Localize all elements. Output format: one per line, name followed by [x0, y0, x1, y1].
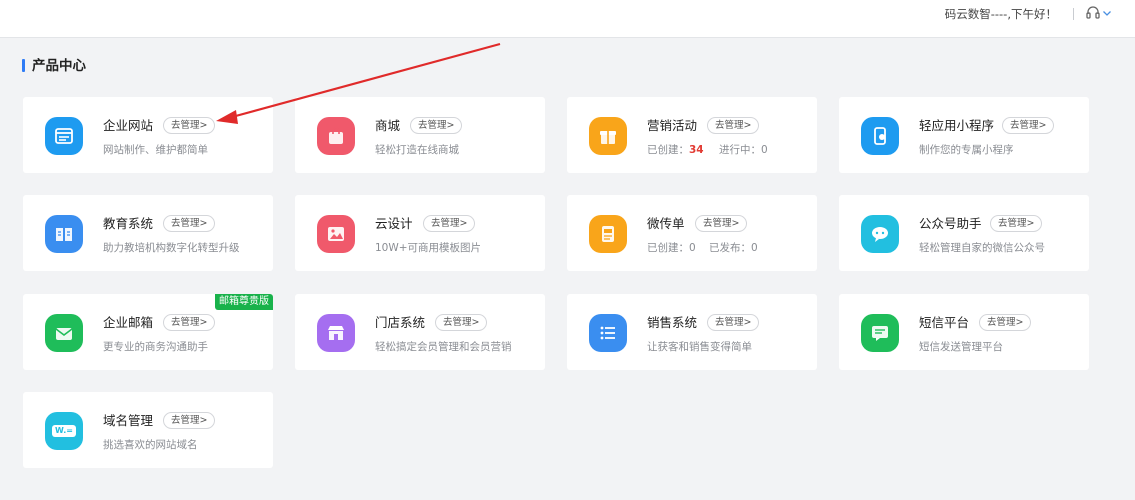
- product-card-mini-program[interactable]: 轻应用小程序 去管理> 制作您的专属小程序: [839, 97, 1089, 173]
- user-greeting[interactable]: 码云数智----,下午好！: [945, 6, 1057, 22]
- manage-button[interactable]: 去管理>: [435, 314, 488, 331]
- manage-button[interactable]: 去管理>: [1002, 117, 1055, 134]
- card-title: 轻应用小程序: [919, 118, 995, 133]
- product-card-domain-management[interactable]: W.= 域名管理 去管理> 挑选喜欢的网站域名: [23, 392, 273, 468]
- card-description: 助力教培机构数字化转型升级: [103, 242, 240, 254]
- card-description: 已创建：34 进行中：0: [647, 143, 768, 157]
- card-title: 企业邮箱: [103, 315, 154, 330]
- card-description: 短信发送管理平台: [919, 341, 1003, 353]
- headset-icon[interactable]: [1085, 5, 1101, 21]
- product-card-mall[interactable]: 商城 去管理> 轻松打造在线商城: [295, 97, 545, 173]
- product-card-enterprise-mail[interactable]: 邮箱尊贵版 企业邮箱 去管理> 更专业的商务沟通助手: [23, 294, 273, 370]
- card-description: 轻松搞定会员管理和会员营销: [375, 341, 512, 353]
- card-title: 销售系统: [647, 315, 698, 330]
- product-card-store-system[interactable]: 门店系统 去管理> 轻松搞定会员管理和会员营销: [295, 294, 545, 370]
- manage-button[interactable]: 去管理>: [163, 117, 216, 134]
- product-card-education[interactable]: 教育系统 去管理> 助力教培机构数字化转型升级: [23, 195, 273, 271]
- gift-icon: [589, 117, 627, 155]
- divider: [1073, 8, 1074, 20]
- card-title: 域名管理: [103, 413, 154, 428]
- wechat-icon: [861, 215, 899, 253]
- website-icon: [45, 117, 83, 155]
- card-description: 制作您的专属小程序: [919, 144, 1014, 156]
- chevron-down-icon[interactable]: [1102, 8, 1112, 18]
- card-description: 轻松管理自家的微信公众号: [919, 242, 1045, 254]
- card-title: 云设计: [375, 216, 413, 231]
- manage-button[interactable]: 去管理>: [410, 117, 463, 134]
- card-description: 轻松打造在线商城: [375, 144, 459, 156]
- top-bar: 码云数智----,下午好！: [0, 0, 1135, 38]
- manage-button[interactable]: 去管理>: [979, 314, 1032, 331]
- store-icon: [317, 314, 355, 352]
- section-accent-bar: [22, 59, 25, 72]
- product-card-website[interactable]: 企业网站 去管理> 网站制作、维护都简单: [23, 97, 273, 173]
- section-title: 产品中心: [32, 58, 86, 74]
- domain-icon-label: W.=: [52, 425, 76, 437]
- shopping-bag-icon: [317, 117, 355, 155]
- list-icon: [589, 314, 627, 352]
- manage-button[interactable]: 去管理>: [163, 412, 216, 429]
- sms-icon: [861, 314, 899, 352]
- manage-button[interactable]: 去管理>: [695, 215, 748, 232]
- product-card-sms-platform[interactable]: 短信平台 去管理> 短信发送管理平台: [839, 294, 1089, 370]
- card-description: 网站制作、维护都简单: [103, 144, 208, 156]
- manage-button[interactable]: 去管理>: [707, 117, 760, 134]
- card-description: 让获客和销售变得简单: [647, 341, 752, 353]
- domain-icon: W.=: [45, 412, 83, 450]
- card-title: 微传单: [647, 216, 685, 231]
- card-title: 短信平台: [919, 315, 970, 330]
- created-count: 34: [689, 144, 704, 156]
- flyer-icon: [589, 215, 627, 253]
- premium-badge: 邮箱尊贵版: [215, 294, 273, 310]
- manage-button[interactable]: 去管理>: [423, 215, 476, 232]
- card-description: 挑选喜欢的网站域名: [103, 439, 198, 451]
- manage-button[interactable]: 去管理>: [707, 314, 760, 331]
- card-description: 10W+可商用模板图片: [375, 242, 482, 254]
- product-card-cloud-design[interactable]: 云设计 去管理> 10W+可商用模板图片: [295, 195, 545, 271]
- card-title: 营销活动: [647, 118, 698, 133]
- manage-button[interactable]: 去管理>: [163, 215, 216, 232]
- manage-button[interactable]: 去管理>: [163, 314, 216, 331]
- mail-icon: [45, 314, 83, 352]
- card-title: 教育系统: [103, 216, 154, 231]
- product-card-flyer[interactable]: 微传单 去管理> 已创建：0 已发布：0: [567, 195, 817, 271]
- manage-button[interactable]: 去管理>: [990, 215, 1043, 232]
- created-label: 已创建：: [647, 144, 689, 156]
- product-card-sales-system[interactable]: 销售系统 去管理> 让获客和销售变得简单: [567, 294, 817, 370]
- card-title: 企业网站: [103, 118, 154, 133]
- card-title: 商城: [375, 118, 401, 133]
- card-title: 公众号助手: [919, 216, 982, 231]
- card-description: 已创建：0 已发布：0: [647, 242, 758, 254]
- product-card-marketing[interactable]: 营销活动 去管理> 已创建：34 进行中：0: [567, 97, 817, 173]
- ongoing-status: 进行中：0: [718, 144, 768, 156]
- card-description: 更专业的商务沟通助手: [103, 341, 208, 353]
- book-icon: [45, 215, 83, 253]
- mini-program-icon: [861, 117, 899, 155]
- image-icon: [317, 215, 355, 253]
- product-card-wechat-assistant[interactable]: 公众号助手 去管理> 轻松管理自家的微信公众号: [839, 195, 1089, 271]
- card-title: 门店系统: [375, 315, 426, 330]
